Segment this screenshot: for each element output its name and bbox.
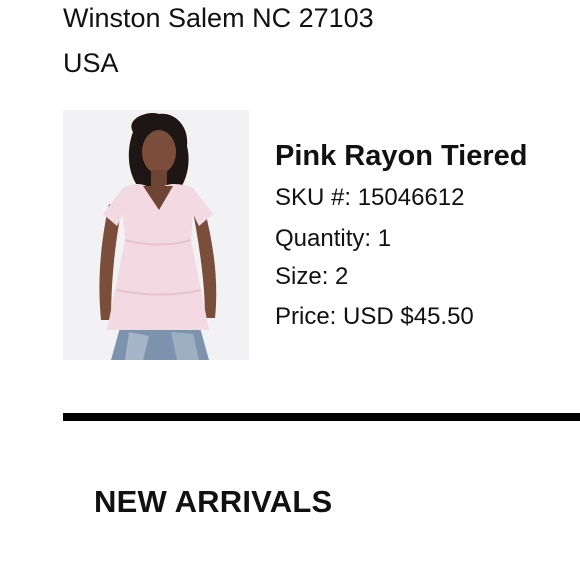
shipping-address-city-line: Winston Salem NC 27103	[63, 3, 374, 33]
size-value: 2	[335, 263, 349, 290]
price-value: USD $45.50	[343, 303, 474, 330]
product-sku: SKU #: 15046612	[275, 183, 464, 213]
product-price: Price: USD $45.50	[275, 302, 474, 332]
product-title[interactable]: Pink Rayon Tiered	[275, 138, 528, 174]
size-label: Size:	[275, 263, 329, 290]
product-quantity: Quantity: 1	[275, 224, 391, 254]
product-size: Size: 2	[275, 262, 348, 292]
quantity-value: 1	[377, 225, 392, 252]
section-divider	[63, 413, 580, 421]
shipping-address-country: USA	[63, 48, 119, 78]
new-arrivals-heading: NEW ARRIVALS	[94, 484, 333, 519]
order-confirmation-page: Winston Salem NC 27103 USA Pink Rayon Ti…	[0, 0, 580, 580]
price-label: Price:	[275, 303, 337, 330]
sku-value: 15046612	[357, 184, 465, 211]
product-photo-illustration	[63, 110, 249, 360]
product-image[interactable]	[63, 110, 249, 360]
sku-label: SKU #:	[275, 184, 352, 211]
quantity-label: Quantity:	[275, 225, 372, 252]
